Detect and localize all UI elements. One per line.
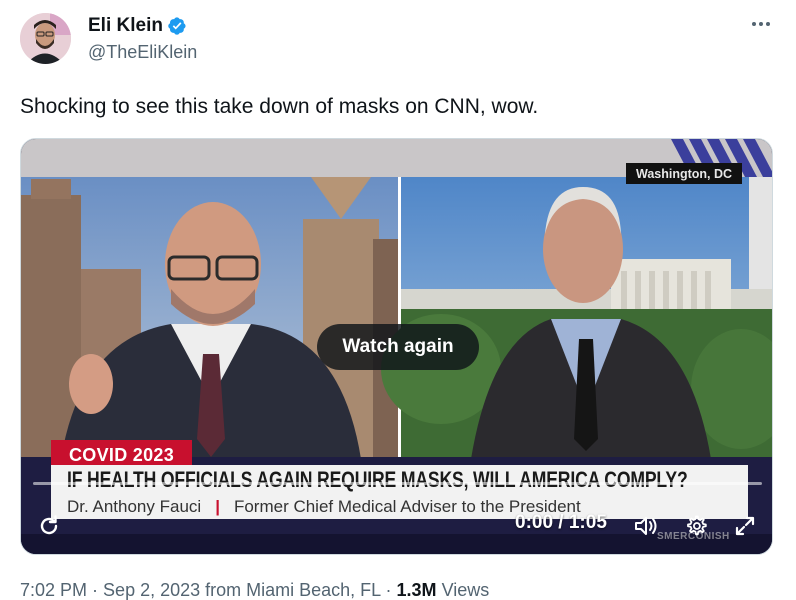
meta-separator: · xyxy=(380,580,397,600)
tweet-time[interactable]: 7:02 PM xyxy=(20,580,87,600)
replay-icon[interactable] xyxy=(37,514,61,538)
volume-icon[interactable] xyxy=(633,515,659,537)
tweet-date[interactable]: Sep 2, 2023 xyxy=(103,580,200,600)
guest-separator: | xyxy=(215,497,220,516)
banner-headline: IF HEALTH OFFICIALS AGAIN REQUIRE MASKS,… xyxy=(67,467,688,492)
views-label: Views xyxy=(436,580,490,600)
banner-subline: Dr. Anthony Fauci | Former Chief Medical… xyxy=(67,497,581,517)
time-display: 0:00 / 1:05 xyxy=(515,512,607,533)
views-count: 1.3M xyxy=(396,580,437,600)
tweet-text: Shocking to see this take down of masks … xyxy=(20,95,539,118)
avatar[interactable] xyxy=(20,13,71,64)
meta-separator: · xyxy=(87,580,104,600)
settings-icon[interactable] xyxy=(684,514,708,538)
fullscreen-icon[interactable] xyxy=(733,514,757,538)
video-player[interactable]: Washington, DC COVID 2023 IF HEALTH OFFI… xyxy=(20,138,773,555)
author-name[interactable]: Eli Klein xyxy=(88,14,187,38)
author-name-text[interactable]: Eli Klein xyxy=(88,14,163,38)
lower-third-banner: IF HEALTH OFFICIALS AGAIN REQUIRE MASKS,… xyxy=(51,465,748,519)
author-handle[interactable]: @TheEliKlein xyxy=(88,41,197,63)
verified-badge-icon xyxy=(167,16,187,36)
location-tag: Washington, DC xyxy=(626,163,743,184)
tweet-location: from Miami Beach, FL xyxy=(200,580,381,600)
progress-bar[interactable] xyxy=(33,482,762,485)
more-icon[interactable] xyxy=(746,14,776,34)
watch-again-button[interactable]: Watch again xyxy=(317,324,479,370)
guest-name: Dr. Anthony Fauci xyxy=(67,497,202,516)
tweet-meta: 7:02 PM · Sep 2, 2023 from Miami Beach, … xyxy=(20,579,489,600)
